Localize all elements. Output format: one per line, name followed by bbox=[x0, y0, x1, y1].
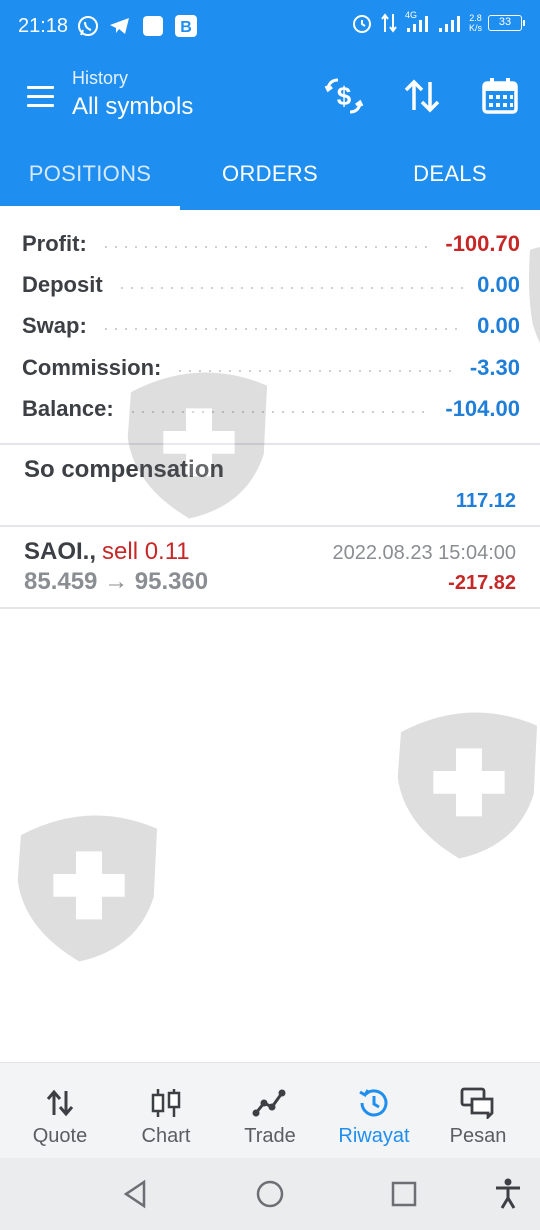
watermark-shield-icon bbox=[17, 815, 158, 962]
sort-arrows-icon bbox=[404, 79, 440, 113]
app-notification-icon bbox=[143, 16, 163, 36]
svg-text:$: $ bbox=[337, 81, 352, 111]
commission-value: -3.30 bbox=[469, 355, 520, 380]
header-subtitle: History bbox=[72, 68, 129, 88]
nav-trade[interactable]: Trade bbox=[216, 1063, 324, 1159]
accessibility-icon[interactable] bbox=[490, 1176, 526, 1212]
telegram-icon bbox=[110, 18, 129, 34]
commission-label: Commission: bbox=[22, 355, 162, 380]
dollar-exchange-icon: $ bbox=[324, 78, 364, 114]
nav-chart[interactable]: Chart bbox=[112, 1063, 220, 1159]
battery-icon: 33 bbox=[488, 15, 525, 31]
candlestick-icon bbox=[151, 1089, 181, 1117]
position-profit: -217.82 bbox=[448, 572, 516, 594]
menu-button[interactable] bbox=[24, 82, 58, 110]
nav-history[interactable]: Riwayat bbox=[320, 1063, 428, 1159]
swap-label: Swap: bbox=[22, 313, 87, 338]
history-tabs: POSITIONS ORDERS DEALS bbox=[0, 136, 540, 210]
calendar-button[interactable] bbox=[478, 74, 522, 118]
nav-quote[interactable]: Quote bbox=[6, 1063, 114, 1159]
dotted-leader bbox=[116, 287, 464, 289]
history-clock-icon bbox=[359, 1089, 388, 1117]
messages-icon bbox=[460, 1087, 494, 1119]
currency-filter-button[interactable]: $ bbox=[322, 74, 366, 118]
summary-row-deposit: Deposit 0.00 bbox=[22, 269, 520, 301]
status-time: 21:18 bbox=[18, 15, 69, 37]
nav-chart-label: Chart bbox=[141, 1125, 191, 1147]
deposit-label: Deposit bbox=[22, 272, 103, 297]
calendar-icon bbox=[482, 78, 518, 114]
compensation-label: So compensation bbox=[24, 456, 225, 483]
dotted-leader bbox=[175, 370, 456, 372]
data-transfer-icon bbox=[381, 13, 397, 33]
tab-orders[interactable]: ORDERS bbox=[180, 136, 360, 210]
signal-4g-icon: 4G bbox=[405, 10, 431, 34]
balance-value: -104.00 bbox=[445, 396, 520, 421]
recents-icon[interactable] bbox=[386, 1176, 422, 1212]
status-bar: 21:18 B 4G 2.8 K/s 33 bbox=[0, 0, 540, 52]
signal-bars-icon bbox=[438, 16, 460, 32]
nav-trade-label: Trade bbox=[244, 1125, 296, 1147]
profit-label: Profit: bbox=[22, 231, 87, 256]
summary-row-commission: Commission: -3.30 bbox=[22, 352, 520, 384]
bottom-navigation: Quote Chart Trade Riwayat Pesan bbox=[0, 1062, 540, 1158]
menu-icon-line bbox=[27, 104, 54, 107]
divider bbox=[0, 525, 540, 527]
header-titles: History All symbols bbox=[72, 68, 193, 121]
position-symbol: SAOI., bbox=[24, 538, 97, 565]
quote-arrows-icon bbox=[46, 1089, 74, 1117]
trade-line-icon bbox=[252, 1089, 286, 1117]
b-app-icon: B bbox=[175, 15, 197, 37]
whatsapp-icon bbox=[78, 16, 98, 36]
position-symbol-line: SAOI., sell 0.11 bbox=[24, 538, 190, 566]
nav-messages-label: Pesan bbox=[449, 1125, 507, 1147]
dotted-leader bbox=[127, 411, 432, 413]
compensation-value: 117.12 bbox=[455, 490, 516, 512]
network-speed: 2.8 K/s bbox=[469, 13, 482, 33]
divider bbox=[0, 607, 540, 609]
profit-value: -100.70 bbox=[445, 231, 520, 256]
nav-quote-label: Quote bbox=[32, 1125, 88, 1147]
dotted-leader bbox=[100, 246, 432, 248]
speed-value: 2.8 bbox=[469, 13, 482, 23]
tab-positions[interactable]: POSITIONS bbox=[0, 136, 180, 210]
summary-row-swap: Swap: 0.00 bbox=[22, 310, 520, 342]
nav-history-label: Riwayat bbox=[338, 1125, 410, 1147]
svg-text:B: B bbox=[180, 19, 192, 36]
menu-icon-line bbox=[27, 95, 54, 98]
dotted-leader bbox=[100, 328, 464, 330]
app-header: 21:18 B 4G 2.8 K/s 33 History All symbol… bbox=[0, 0, 540, 136]
watermark-shield-icon bbox=[397, 712, 538, 859]
system-navigation-bar bbox=[0, 1158, 540, 1230]
summary-row-profit: Profit: -100.70 bbox=[22, 228, 520, 260]
position-prices: 85.459 → 95.360 bbox=[24, 568, 209, 595]
tab-deals[interactable]: DEALS bbox=[360, 136, 540, 210]
position-datetime: 2022.08.23 15:04:00 bbox=[332, 542, 516, 564]
summary-row-balance: Balance: -104.00 bbox=[22, 393, 520, 425]
sort-button[interactable] bbox=[400, 74, 444, 118]
swap-value: 0.00 bbox=[477, 313, 520, 338]
position-side-volume: sell 0.11 bbox=[102, 538, 190, 565]
speed-unit: K/s bbox=[468, 23, 482, 33]
home-icon[interactable] bbox=[252, 1176, 288, 1212]
nav-messages[interactable]: Pesan bbox=[424, 1063, 532, 1159]
balance-label: Balance: bbox=[22, 396, 114, 421]
header-title[interactable]: All symbols bbox=[72, 93, 193, 121]
divider bbox=[0, 443, 540, 445]
menu-icon-line bbox=[27, 86, 54, 89]
summary-panel: Profit: -100.70 Deposit 0.00 Swap: 0.00 … bbox=[0, 210, 540, 444]
deposit-value: 0.00 bbox=[477, 272, 520, 297]
back-icon[interactable] bbox=[118, 1176, 154, 1212]
alarm-icon bbox=[352, 15, 371, 33]
